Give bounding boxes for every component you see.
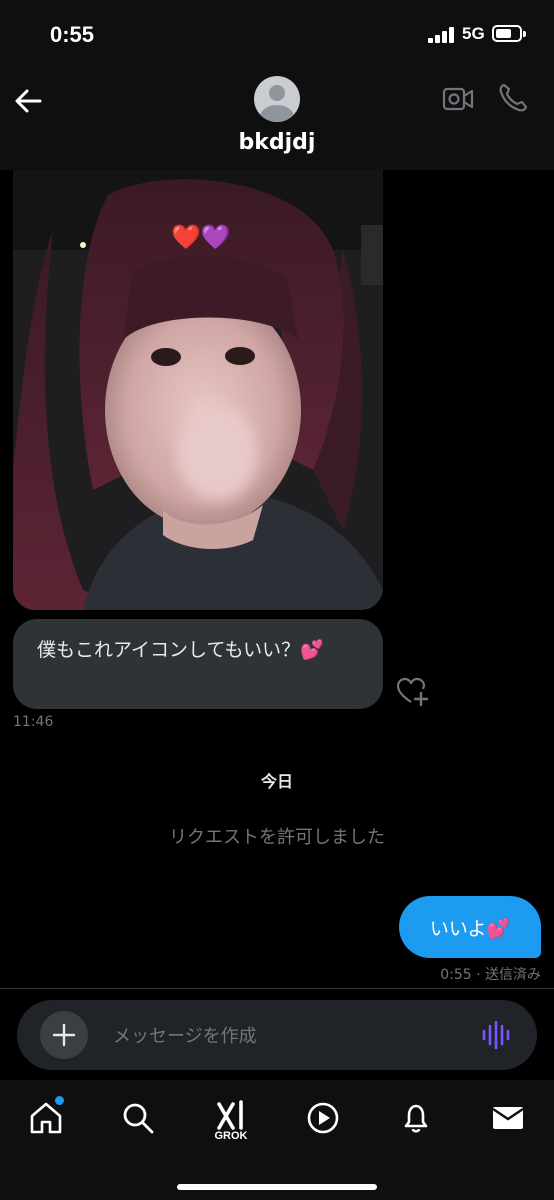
envelope-icon [492, 1107, 524, 1129]
status-time: 0:55 [50, 22, 95, 47]
home-notification-dot [53, 1094, 66, 1107]
phone-icon [499, 83, 528, 112]
nav-notifications[interactable] [396, 1098, 436, 1138]
photo-overlay-emoji: ❤️💜 [171, 223, 231, 251]
video-call-button[interactable] [442, 84, 474, 114]
network-label: 5G [462, 24, 485, 43]
message-input[interactable] [111, 1018, 445, 1054]
add-reaction-button[interactable] [396, 676, 430, 708]
chat-header: bkdjdj [0, 70, 554, 170]
back-button[interactable] [12, 84, 46, 118]
incoming-message-bubble[interactable]: 僕もこれアイコンしてもいい？💕 [13, 619, 383, 709]
outgoing-message-text: いいよ💕 [429, 917, 511, 940]
play-circle-icon [307, 1102, 339, 1134]
outgoing-message-bubble[interactable]: いいよ💕 [399, 896, 541, 958]
home-indicator [177, 1184, 377, 1190]
heart-plus-icon [396, 677, 429, 707]
message-composer [17, 1000, 537, 1070]
nav-messages[interactable] [488, 1098, 528, 1138]
avatar[interactable] [254, 76, 300, 122]
plus-icon [52, 1023, 76, 1047]
voice-message-button[interactable] [479, 1018, 513, 1052]
search-icon [123, 1103, 154, 1134]
voice-waveform-icon [482, 1020, 510, 1050]
arrow-left-icon [15, 89, 42, 113]
grok-label: GROK [214, 1130, 248, 1142]
battery-icon [492, 25, 522, 42]
battery-tip [523, 31, 526, 37]
nav-search[interactable] [118, 1098, 158, 1138]
day-divider: 今日 [260, 772, 293, 791]
contact-name[interactable]: bkdjdj [0, 130, 554, 155]
signal-icon [428, 27, 456, 43]
outgoing-message-meta: 0:55 · 送信済み [440, 967, 541, 983]
incoming-message-text: 僕もこれアイコンしてもいい？💕 [37, 639, 324, 661]
video-camera-icon [442, 87, 474, 111]
status-bar: 0:55 5G [0, 0, 554, 70]
photo-message[interactable]: ❤️💜 [13, 170, 383, 610]
incoming-message-time: 11:46 [13, 714, 54, 730]
add-attachment-button[interactable] [40, 1011, 88, 1059]
phone-call-button[interactable] [497, 82, 529, 114]
composer-divider [0, 988, 554, 989]
grok-icon [217, 1100, 243, 1130]
nav-video[interactable] [303, 1098, 343, 1138]
bell-icon [404, 1104, 428, 1133]
system-message: リクエストを許可しました [169, 827, 385, 848]
bottom-nav: GROK [0, 1080, 554, 1200]
